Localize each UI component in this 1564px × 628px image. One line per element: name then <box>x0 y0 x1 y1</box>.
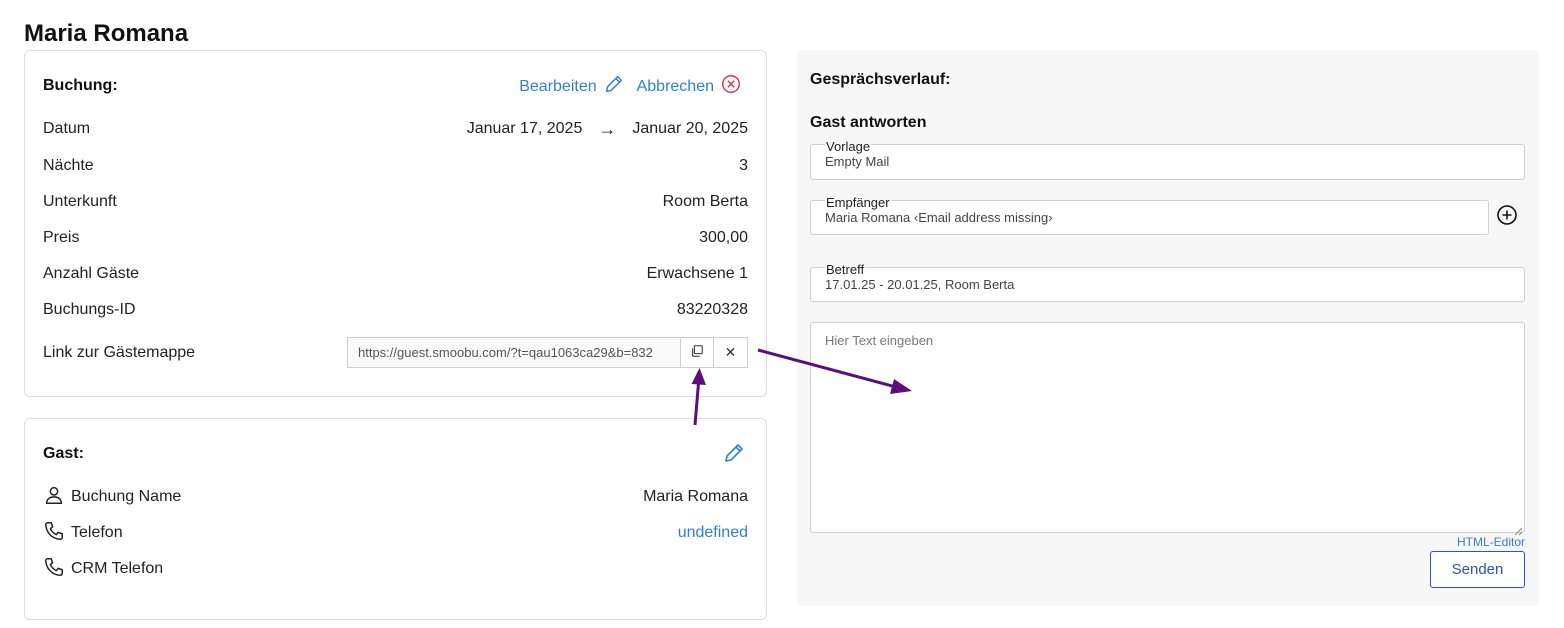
plus-circle-icon <box>1495 205 1519 231</box>
date-range: Januar 17, 2025 → Januar 20, 2025 <box>467 119 748 140</box>
clear-link-button[interactable]: ✕ <box>714 337 748 368</box>
guest-name-value: Maria Romana <box>643 488 748 505</box>
subject-value: 17.01.25 - 20.01.25, Room Berta <box>825 277 1015 292</box>
guest-name-label-group: Buchung Name <box>43 484 181 511</box>
message-textarea[interactable]: Hier Text eingeben <box>810 322 1525 536</box>
cancel-booking-label: Abbrechen <box>636 77 714 95</box>
cancel-booking-button[interactable]: Abbrechen <box>637 73 742 100</box>
guest-phone-label: Telefon <box>71 524 123 541</box>
edit-booking-button[interactable]: Bearbeiten <box>519 73 624 100</box>
price-row: Preis 300,00 <box>43 226 748 250</box>
edit-booking-label: Bearbeiten <box>519 77 597 95</box>
phone-icon <box>43 556 65 583</box>
nights-label: Nächte <box>43 157 94 174</box>
copy-icon <box>690 344 704 361</box>
page-title: Maria Romana <box>24 20 189 47</box>
subject-label: Betreff <box>825 262 866 277</box>
recipient-field[interactable]: Empfänger Maria Romana ‹Email address mi… <box>810 195 1489 235</box>
pencil-icon <box>722 444 746 469</box>
date-label: Datum <box>43 120 91 137</box>
booking-heading: Buchung: <box>43 77 118 94</box>
booking-actions: Bearbeiten Abbrechen <box>519 73 742 100</box>
guestbook-link-field[interactable]: https://guest.smoobu.com/?t=qau1063ca29&… <box>347 337 680 368</box>
guest-card: Gast: Buchung Name Maria Romana Telefon … <box>24 418 767 620</box>
booking-id-row: Buchungs-ID 83220328 <box>43 298 748 322</box>
user-icon <box>43 484 65 511</box>
nights-row: Nächte 3 <box>43 154 748 178</box>
crm-phone-label: CRM Telefon <box>71 560 164 577</box>
recipient-value: Maria Romana ‹Email address missing› <box>825 210 1053 225</box>
conversation-heading: Gesprächsverlauf: <box>810 71 951 88</box>
nights-value: 3 <box>739 157 748 174</box>
date-from: Januar 17, 2025 <box>466 120 583 137</box>
arrow-right-icon: → <box>598 118 617 139</box>
phone-icon <box>43 520 65 547</box>
price-label: Preis <box>43 229 80 246</box>
template-value: Empty Mail <box>825 154 890 169</box>
date-row: Datum Januar 17, 2025 → Januar 20, 2025 <box>43 117 748 141</box>
booking-id-value: 83220328 <box>676 301 748 318</box>
guest-phone-row: Telefon undefined <box>43 521 748 545</box>
accommodation-value: Room Berta <box>662 193 748 210</box>
crm-phone-label-group: CRM Telefon <box>43 556 163 583</box>
guestbook-link-group: https://guest.smoobu.com/?t=qau1063ca29&… <box>347 337 748 368</box>
subject-field[interactable]: Betreff 17.01.25 - 20.01.25, Room Berta <box>810 262 1525 302</box>
send-button[interactable]: Senden <box>1430 551 1525 588</box>
conversation-panel: Gesprächsverlauf: Gast antworten Vorlage… <box>797 50 1539 606</box>
message-placeholder: Hier Text eingeben <box>825 333 934 348</box>
html-editor-link[interactable]: HTML-Editor <box>1457 535 1525 549</box>
close-circle-icon <box>720 73 742 100</box>
guestbook-row: Link zur Gästemappe <box>43 341 195 365</box>
date-to: Januar 20, 2025 <box>632 120 748 137</box>
guest-heading: Gast: <box>43 445 84 462</box>
guests-row: Anzahl Gäste Erwachsene 1 <box>43 262 748 286</box>
recipient-label: Empfänger <box>825 195 891 210</box>
guest-name-label: Buchung Name <box>71 488 182 505</box>
price-value: 300,00 <box>699 229 748 246</box>
copy-link-button[interactable] <box>680 337 714 368</box>
booking-card: Buchung: Bearbeiten Abbrechen Datum Janu… <box>24 50 767 397</box>
resize-handle-icon[interactable] <box>1514 522 1523 536</box>
guests-label: Anzahl Gäste <box>43 265 140 282</box>
guest-phone-value[interactable]: undefined <box>678 524 748 542</box>
reply-heading: Gast antworten <box>810 114 927 131</box>
accommodation-label: Unterkunft <box>43 193 117 210</box>
edit-guest-button[interactable] <box>722 441 746 470</box>
close-icon: ✕ <box>724 344 737 360</box>
add-recipient-button[interactable] <box>1495 203 1519 227</box>
crm-phone-row: CRM Telefon <box>43 557 748 581</box>
accommodation-row: Unterkunft Room Berta <box>43 190 748 214</box>
pencil-icon <box>603 73 625 100</box>
guest-name-row: Buchung Name Maria Romana <box>43 485 748 509</box>
guest-phone-label-group: Telefon <box>43 520 123 547</box>
guestbook-label: Link zur Gästemappe <box>43 344 196 361</box>
template-label: Vorlage <box>825 139 872 154</box>
template-select[interactable]: Vorlage Empty Mail <box>810 139 1525 180</box>
booking-id-label: Buchungs-ID <box>43 301 136 318</box>
guests-value: Erwachsene 1 <box>646 265 748 282</box>
